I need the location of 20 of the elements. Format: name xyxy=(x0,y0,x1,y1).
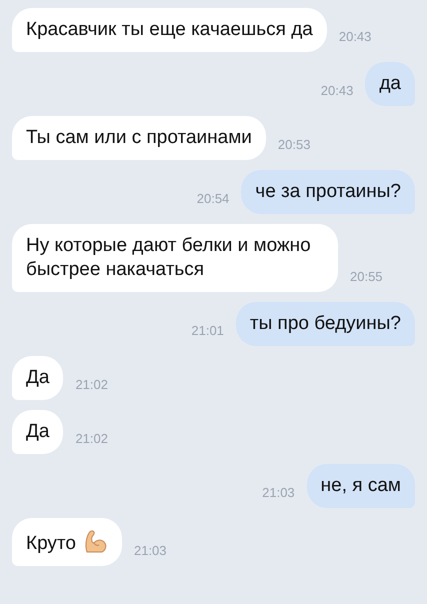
message-time: 20:54 xyxy=(196,190,230,208)
message-text: да xyxy=(379,73,401,94)
message-time: 21:03 xyxy=(262,484,295,502)
message-text: Да xyxy=(26,367,50,388)
message-text: че за протаины? xyxy=(255,181,401,202)
message-text: Красавчик ты еще качаешься да xyxy=(26,19,313,40)
message-time: 21:03 xyxy=(134,542,167,560)
message-text: Круто xyxy=(26,533,76,554)
message-time: 20:53 xyxy=(278,136,310,154)
message-time: 20:43 xyxy=(338,28,372,46)
message-text: Ну которые дают белки и можно быстрее накачаться xyxy=(26,235,311,280)
message-text: ты про бедуины? xyxy=(250,313,401,334)
message-time: 21:01 xyxy=(191,322,224,340)
message-time: 21:02 xyxy=(75,430,108,448)
message-text: Ты сам или с протаинами xyxy=(26,127,252,148)
message-time: 20:43 xyxy=(320,82,354,100)
message-text: Да xyxy=(26,421,50,442)
message-text: не, я сам xyxy=(320,475,401,496)
message-time: 21:02 xyxy=(75,376,108,394)
message-time: 20:55 xyxy=(350,268,383,286)
